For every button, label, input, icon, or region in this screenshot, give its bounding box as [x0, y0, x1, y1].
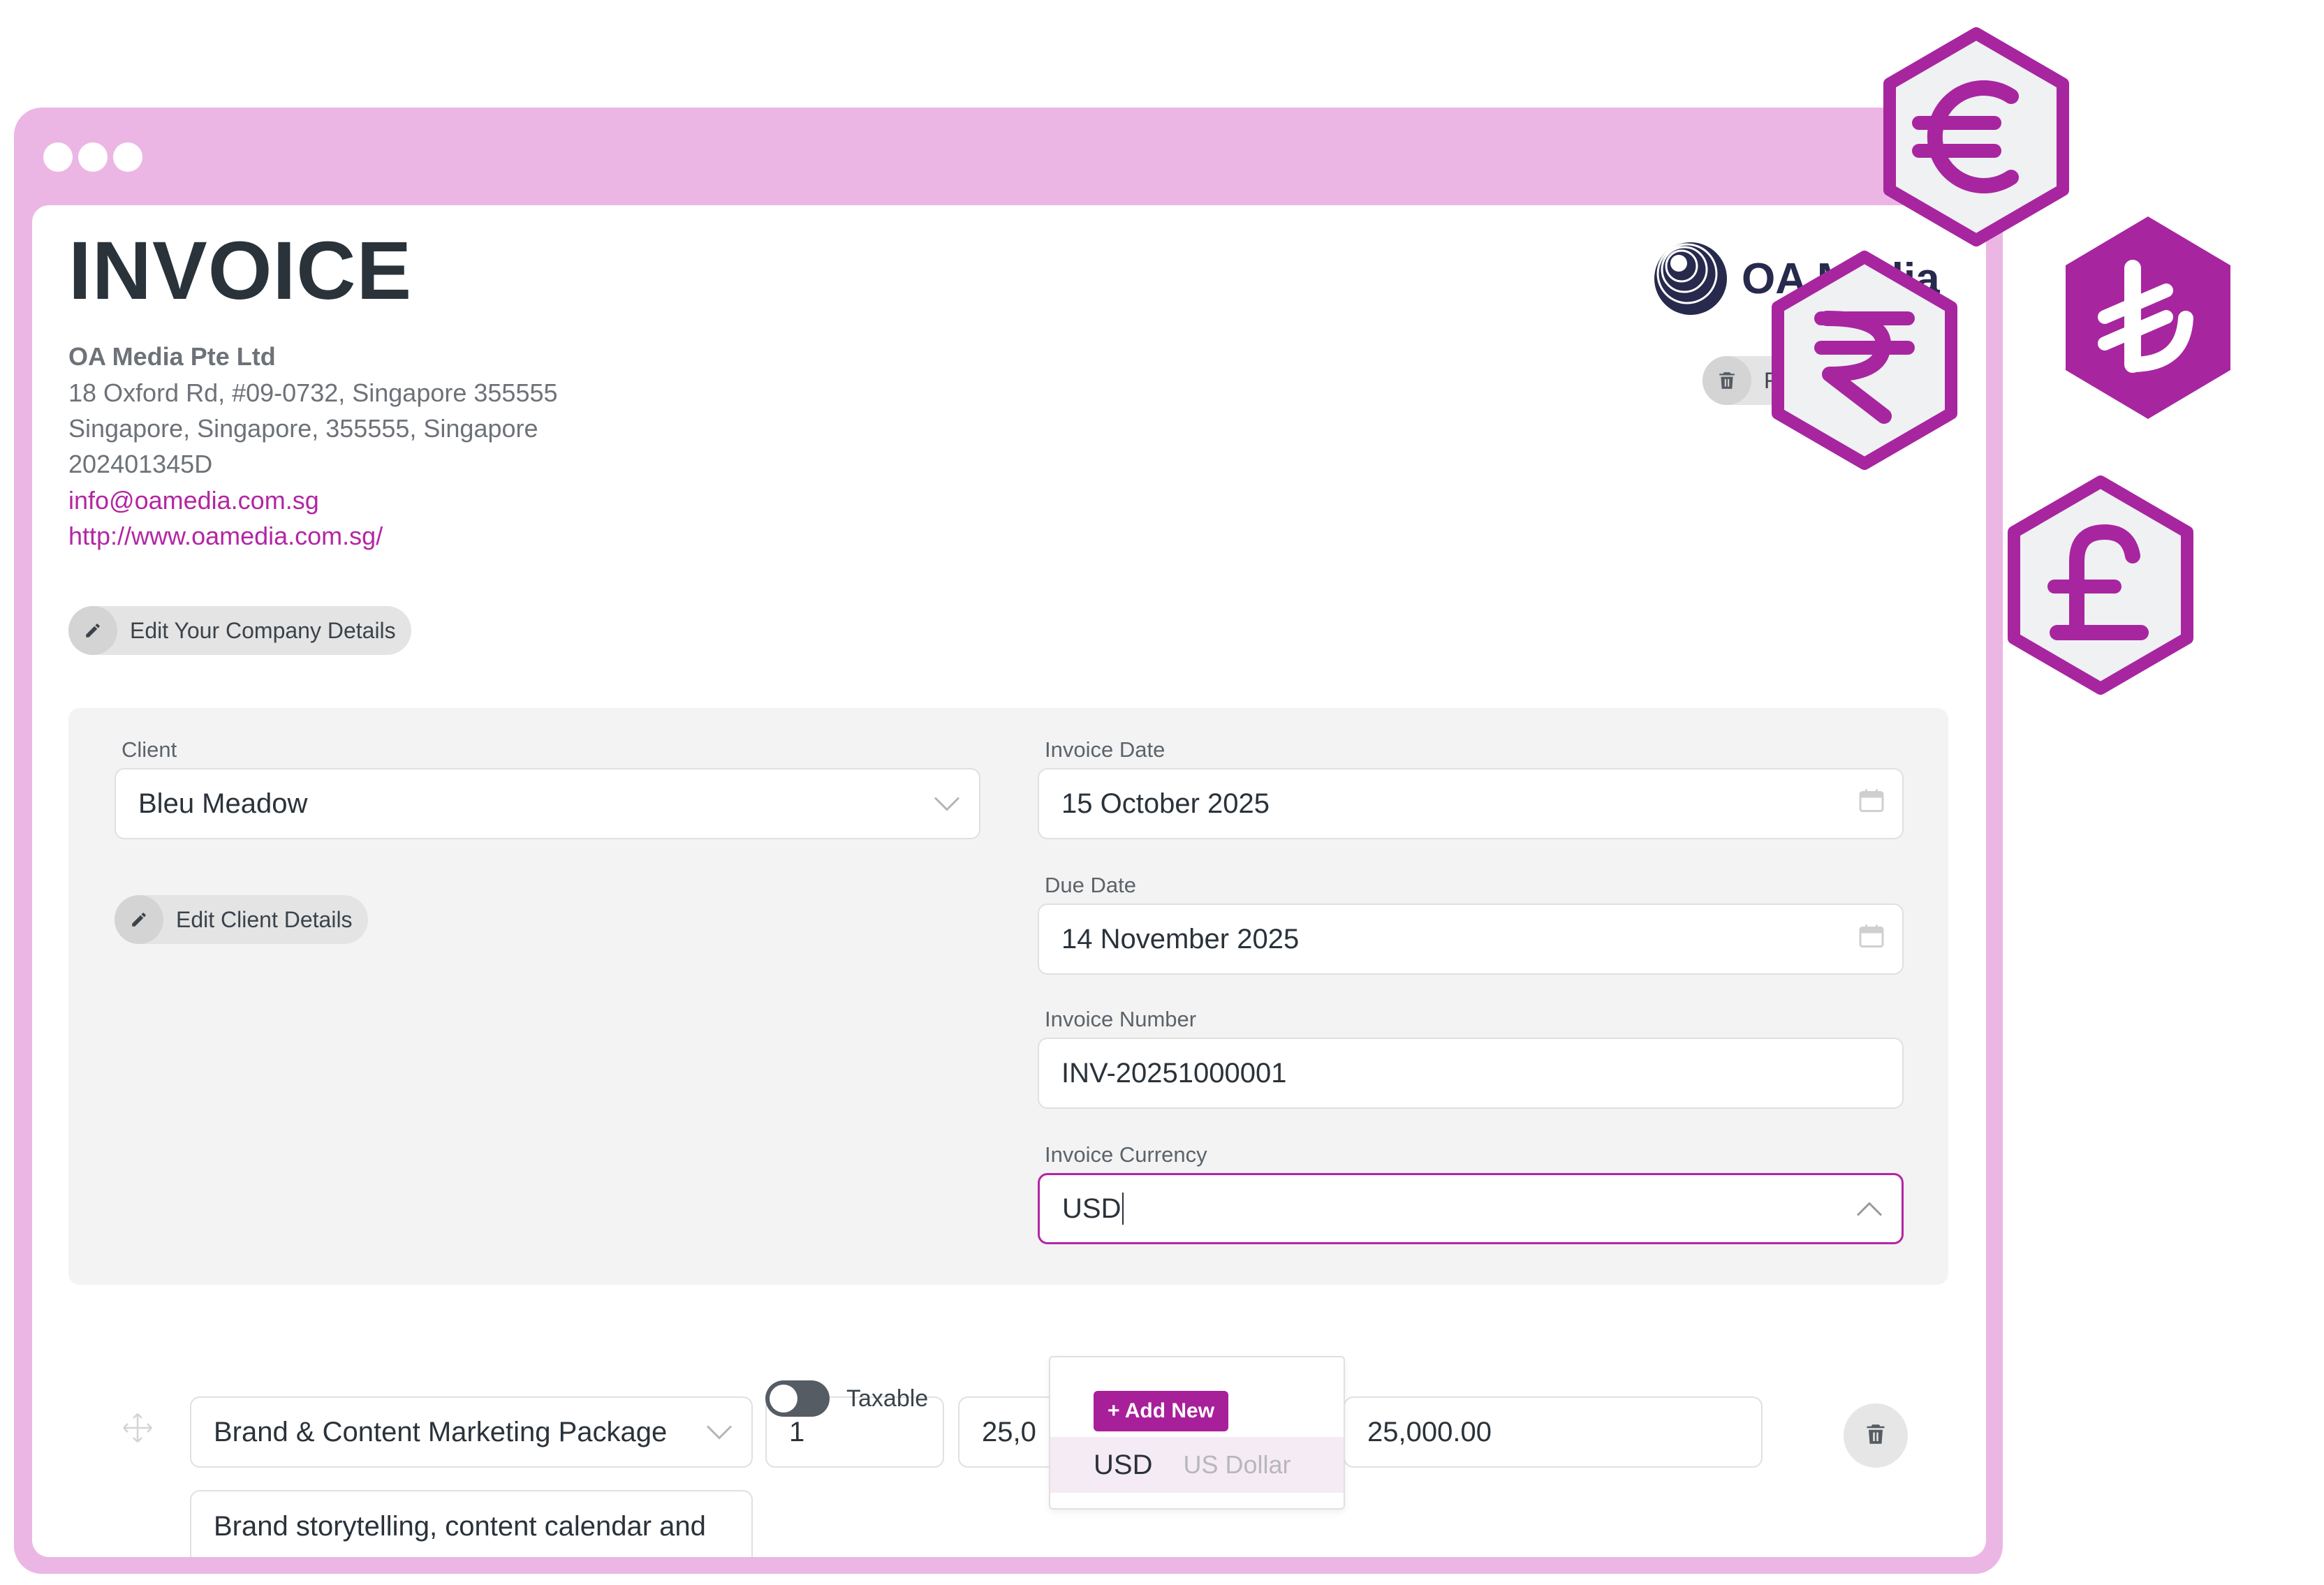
lira-icon — [2066, 216, 2230, 419]
drag-handle-icon[interactable] — [122, 1412, 154, 1447]
amount-value: 25,000.00 — [1367, 1416, 1492, 1447]
app-window: INVOICE OA Media Pte Ltd 18 Oxford Rd, #… — [14, 108, 2003, 1574]
pencil-icon — [68, 606, 117, 655]
due-date-label: Due Date — [1045, 873, 1136, 897]
due-date-value: 14 November 2025 — [1061, 923, 1300, 954]
add-currency-button[interactable]: + Add New — [1094, 1391, 1229, 1431]
delete-line-button[interactable] — [1844, 1403, 1908, 1468]
rate-value: 25,0 — [982, 1416, 1036, 1447]
window-dot-maximize[interactable] — [113, 142, 142, 172]
currency-option[interactable]: USD US Dollar — [1050, 1437, 1344, 1493]
edit-company-label: Edit Your Company Details — [130, 617, 396, 643]
invoice-date-value: 15 October 2025 — [1061, 788, 1270, 819]
edit-company-button[interactable]: Edit Your Company Details — [68, 606, 411, 655]
calendar-icon[interactable] — [1859, 788, 1884, 820]
pound-icon — [2008, 476, 2193, 695]
taxable-toggle[interactable] — [765, 1380, 830, 1417]
window-controls — [43, 142, 142, 172]
text-cursor — [1122, 1193, 1124, 1225]
invoice-date-input[interactable]: 15 October 2025 — [1038, 768, 1904, 839]
invoice-number-label: Invoice Number — [1045, 1007, 1197, 1031]
company-website-link[interactable]: http://www.oamedia.com.sg/ — [68, 522, 383, 551]
edit-client-label: Edit Client Details — [176, 906, 353, 932]
currency-select[interactable]: USD — [1038, 1173, 1904, 1244]
company-address: 18 Oxford Rd, #09-0732, Singapore 355555 — [68, 378, 558, 407]
currency-option-name: US Dollar — [1183, 1450, 1291, 1479]
client-label: Client — [122, 737, 177, 762]
product-value: Brand & Content Marketing Package — [214, 1416, 668, 1447]
product-select[interactable]: Brand & Content Marketing Package — [190, 1396, 753, 1468]
invoice-editor: INVOICE OA Media Pte Ltd 18 Oxford Rd, #… — [32, 205, 1986, 1557]
company-registration: 202401345D — [68, 450, 213, 478]
trash-icon — [1865, 1422, 1886, 1450]
chevron-up-icon — [1855, 1193, 1883, 1225]
currency-value: USD — [1062, 1193, 1121, 1224]
invoice-number-value: INV-20251000001 — [1061, 1057, 1287, 1089]
taxable-label: Taxable — [846, 1385, 929, 1412]
due-date-input[interactable]: 14 November 2025 — [1038, 904, 1904, 975]
rupee-icon — [1772, 251, 1957, 470]
client-select[interactable]: Bleu Meadow — [115, 768, 980, 839]
company-email-link[interactable]: info@oamedia.com.sg — [68, 486, 319, 515]
calendar-icon[interactable] — [1859, 924, 1884, 955]
currency-label: Invoice Currency — [1045, 1142, 1207, 1167]
edit-client-button[interactable]: Edit Client Details — [115, 895, 368, 944]
invoice-number-input[interactable]: INV-20251000001 — [1038, 1038, 1904, 1109]
amount-input[interactable]: 25,000.00 — [1344, 1396, 1763, 1468]
description-textarea[interactable]: Brand storytelling, content calendar and… — [190, 1490, 753, 1557]
quantity-value: 1 — [789, 1416, 805, 1447]
currency-dropdown: + Add New USD US Dollar — [1049, 1356, 1345, 1510]
page-title: INVOICE — [68, 225, 413, 317]
client-value: Bleu Meadow — [138, 788, 308, 819]
chevron-down-icon — [933, 788, 961, 820]
toggle-knob — [770, 1385, 797, 1413]
window-dot-minimize[interactable] — [78, 142, 108, 172]
currency-option-code: USD — [1094, 1449, 1153, 1480]
invoice-date-label: Invoice Date — [1045, 737, 1165, 762]
logo-mark-icon — [1654, 242, 1727, 315]
trash-icon — [1702, 356, 1751, 405]
company-city: Singapore, Singapore, 355555, Singapore — [68, 414, 538, 443]
window-dot-close[interactable] — [43, 142, 73, 172]
invoice-details-panel: Client Bleu Meadow Edit Client Details I… — [68, 708, 1948, 1285]
chevron-down-icon — [705, 1417, 733, 1448]
company-name: OA Media Pte Ltd — [68, 342, 276, 371]
pencil-icon — [115, 895, 163, 944]
description-value: Brand storytelling, content calendar and… — [214, 1511, 706, 1557]
